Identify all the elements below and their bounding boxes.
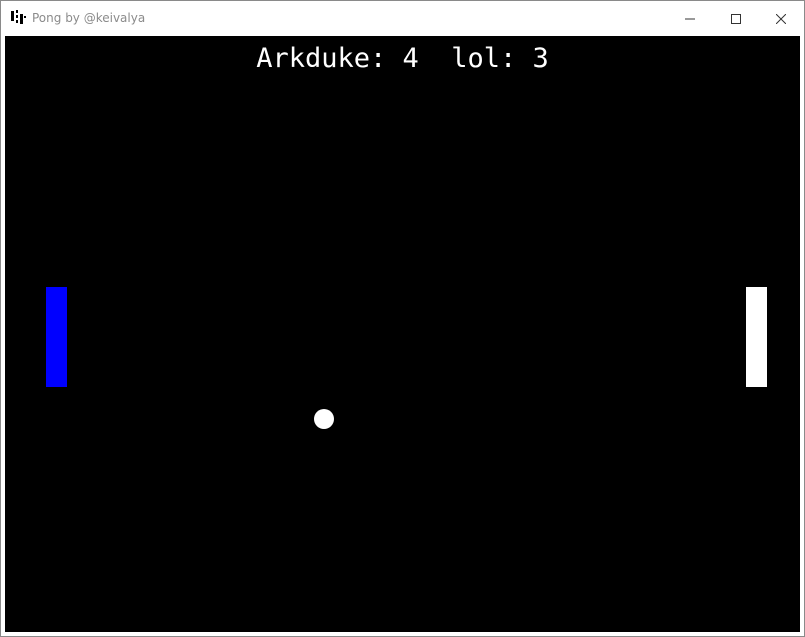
game-canvas[interactable]: Arkduke: 4 lol: 3 (5, 36, 800, 632)
maximize-button[interactable] (713, 1, 759, 35)
ball (314, 409, 334, 429)
app-window: Pong by @keivalya Arkduke: 4 lol: 3 (0, 0, 805, 637)
minimize-button[interactable] (667, 1, 713, 35)
window-title: Pong by @keivalya (32, 11, 146, 25)
minimize-icon (685, 9, 695, 28)
close-button[interactable] (758, 1, 804, 35)
scoreboard: Arkduke: 4 lol: 3 (256, 43, 549, 74)
left-paddle (46, 287, 67, 387)
maximize-icon (731, 9, 741, 28)
close-icon (775, 9, 787, 28)
right-paddle (746, 287, 767, 387)
pong-app-icon (10, 10, 26, 26)
title-bar[interactable]: Pong by @keivalya (1, 1, 804, 35)
